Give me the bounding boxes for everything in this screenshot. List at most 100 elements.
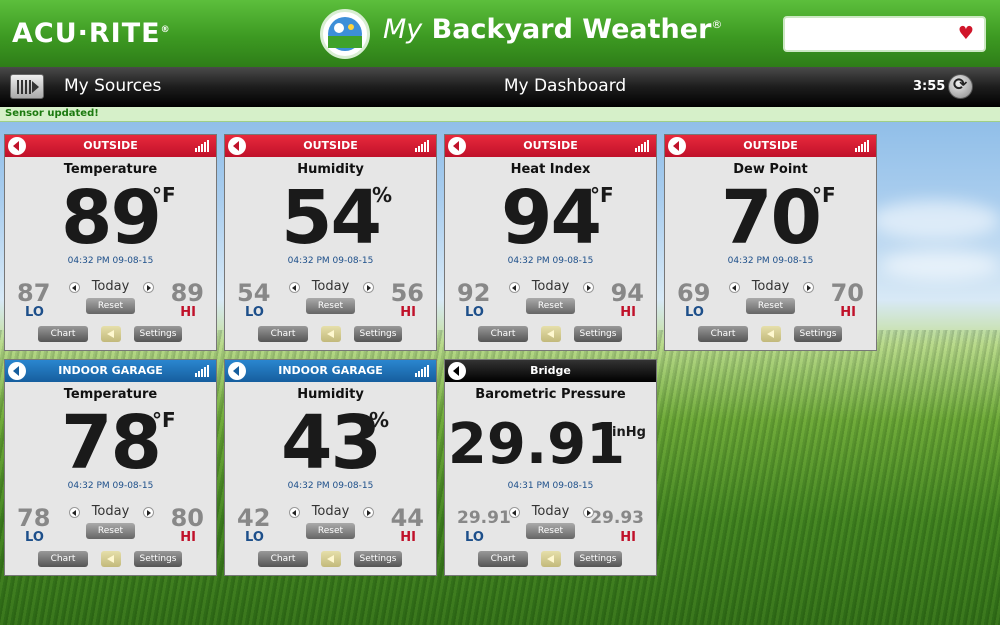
tile-value: 29.91	[447, 412, 626, 477]
sensor-tile: Bridge Barometric Pressure 29.91 inHg 04…	[444, 359, 657, 576]
next-period-button[interactable]	[583, 282, 594, 293]
next-period-button[interactable]	[363, 507, 374, 518]
settings-button[interactable]: Settings	[794, 326, 842, 342]
tile-source-header: INDOOR GARAGE	[225, 360, 436, 382]
low-label: LO	[685, 305, 704, 320]
tile-source-label: OUTSIDE	[743, 139, 798, 152]
reset-button[interactable]: Reset	[306, 523, 355, 539]
status-text: Sensor updated!	[5, 108, 99, 119]
settings-button[interactable]: Settings	[134, 551, 182, 567]
signal-strength-icon	[635, 140, 651, 152]
next-period-button[interactable]	[143, 282, 154, 293]
signal-strength-icon	[855, 140, 871, 152]
tile-back-button[interactable]	[228, 362, 246, 380]
settings-button[interactable]: Settings	[134, 326, 182, 342]
reset-button[interactable]: Reset	[746, 298, 795, 314]
tile-unit: °F	[590, 183, 614, 207]
tile-timestamp: 04:32 PM 09-08-15	[287, 481, 374, 491]
tile-back-button[interactable]	[8, 362, 26, 380]
tile-back-button[interactable]	[448, 362, 466, 380]
high-label: HI	[840, 305, 856, 320]
tile-value: 94	[501, 175, 602, 261]
reset-button[interactable]: Reset	[526, 523, 575, 539]
app-title: My Backyard Weather®	[383, 14, 723, 45]
favorites-dropdown[interactable]: ♥	[783, 16, 986, 52]
low-label: LO	[245, 305, 264, 320]
refresh-button[interactable]	[948, 74, 973, 99]
alarm-speaker-button[interactable]	[321, 326, 341, 342]
alarm-speaker-button[interactable]	[321, 551, 341, 567]
period-label: Today	[311, 279, 350, 294]
chart-button[interactable]: Chart	[258, 326, 308, 342]
high-label: HI	[180, 305, 196, 320]
reset-button[interactable]: Reset	[86, 523, 135, 539]
high-label: HI	[620, 305, 636, 320]
tile-timestamp: 04:32 PM 09-08-15	[67, 481, 154, 491]
tile-back-button[interactable]	[668, 137, 686, 155]
high-label: HI	[400, 305, 416, 320]
tile-source-header: OUTSIDE	[445, 135, 656, 157]
next-period-button[interactable]	[583, 507, 594, 518]
tile-unit: °F	[152, 408, 176, 432]
signal-strength-icon	[415, 365, 431, 377]
settings-button[interactable]: Settings	[354, 551, 402, 567]
cloud	[880, 250, 1000, 280]
tile-timestamp: 04:32 PM 09-08-15	[507, 256, 594, 266]
high-label: HI	[620, 530, 636, 545]
high-label: HI	[400, 530, 416, 545]
alarm-speaker-button[interactable]	[541, 326, 561, 342]
alarm-speaker-button[interactable]	[101, 551, 121, 567]
tile-timestamp: 04:32 PM 09-08-15	[727, 256, 814, 266]
tile-timestamp: 04:32 PM 09-08-15	[287, 256, 374, 266]
tile-value: 70	[721, 175, 822, 261]
my-sources-link[interactable]: My Sources	[64, 76, 161, 96]
settings-button[interactable]: Settings	[574, 326, 622, 342]
chart-button[interactable]: Chart	[258, 551, 308, 567]
chart-button[interactable]: Chart	[478, 326, 528, 342]
chart-button[interactable]: Chart	[38, 326, 88, 342]
alarm-speaker-button[interactable]	[101, 326, 121, 342]
tile-source-label: INDOOR GARAGE	[58, 364, 163, 377]
tile-source-header: OUTSIDE	[225, 135, 436, 157]
reset-button[interactable]: Reset	[86, 298, 135, 314]
clock: 3:55	[913, 79, 946, 94]
sensor-tile: OUTSIDE Dew Point 70 °F 04:32 PM 09-08-1…	[664, 134, 877, 351]
tile-source-header: INDOOR GARAGE	[5, 360, 216, 382]
settings-button[interactable]: Settings	[354, 326, 402, 342]
next-period-button[interactable]	[143, 507, 154, 518]
menu-bars-icon	[17, 80, 31, 94]
alarm-speaker-button[interactable]	[541, 551, 561, 567]
menu-toggle-button[interactable]	[10, 74, 44, 99]
period-label: Today	[91, 504, 130, 519]
tile-back-button[interactable]	[228, 137, 246, 155]
tile-source-label: INDOOR GARAGE	[278, 364, 383, 377]
app-header: ACU·RITE® My Backyard Weather® ♥	[0, 0, 1000, 67]
tile-source-header: OUTSIDE	[5, 135, 216, 157]
reset-button[interactable]: Reset	[526, 298, 575, 314]
low-label: LO	[245, 530, 264, 545]
tile-unit: inHg	[612, 425, 646, 440]
tile-timestamp: 04:31 PM 09-08-15	[507, 481, 594, 491]
tile-source-label: OUTSIDE	[83, 139, 138, 152]
tile-unit: %	[369, 408, 390, 432]
low-label: LO	[25, 305, 44, 320]
sensor-tile: OUTSIDE Heat Index 94 °F 04:32 PM 09-08-…	[444, 134, 657, 351]
tile-source-label: OUTSIDE	[523, 139, 578, 152]
tile-back-button[interactable]	[8, 137, 26, 155]
low-label: LO	[465, 530, 484, 545]
toolbar: My Sources My Dashboard 3:55	[0, 67, 1000, 107]
chart-button[interactable]: Chart	[478, 551, 528, 567]
settings-button[interactable]: Settings	[574, 551, 622, 567]
chart-button[interactable]: Chart	[698, 326, 748, 342]
signal-strength-icon	[415, 140, 431, 152]
tile-value: 43	[281, 400, 382, 486]
alarm-speaker-button[interactable]	[761, 326, 781, 342]
chart-button[interactable]: Chart	[38, 551, 88, 567]
reset-button[interactable]: Reset	[306, 298, 355, 314]
next-period-button[interactable]	[803, 282, 814, 293]
menu-arrow-icon	[32, 81, 39, 93]
tile-source-label: Bridge	[530, 364, 571, 377]
next-period-button[interactable]	[363, 282, 374, 293]
tile-back-button[interactable]	[448, 137, 466, 155]
sensor-tile: OUTSIDE Temperature 89 °F 04:32 PM 09-08…	[4, 134, 217, 351]
